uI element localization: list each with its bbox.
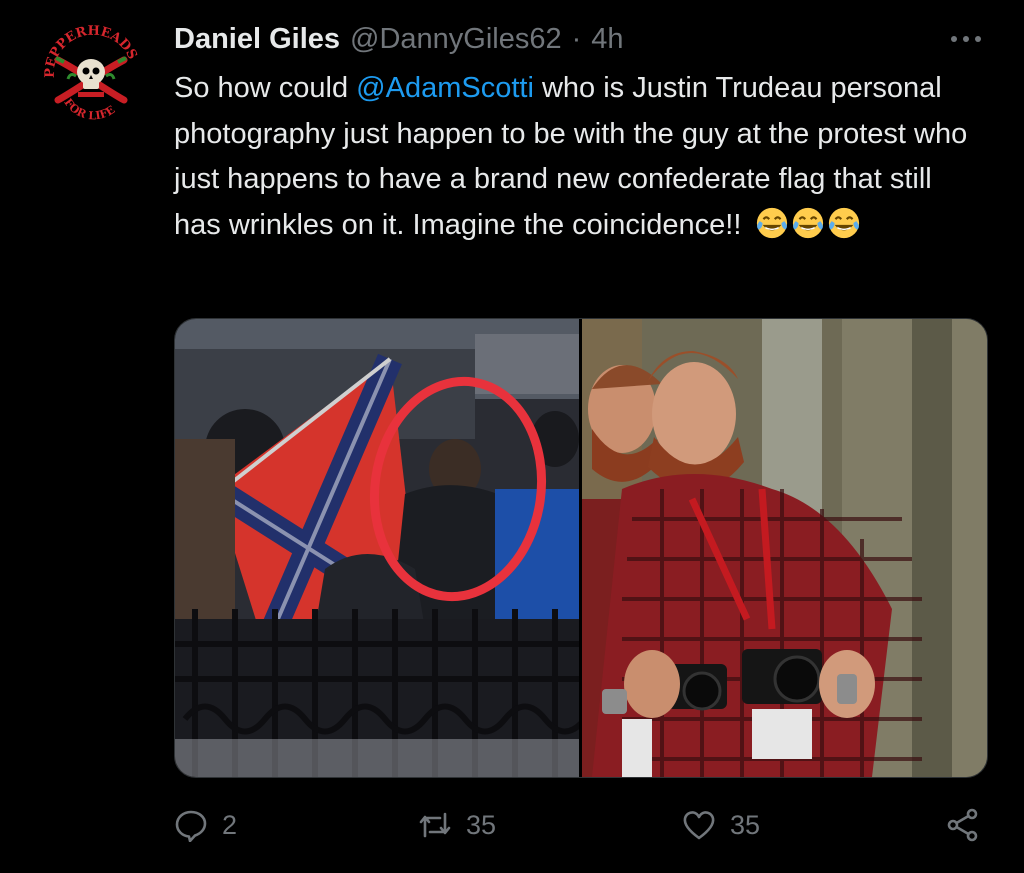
emoji-group	[755, 206, 861, 240]
avatar[interactable]: PEPPERHEADS FOR LIFE	[36, 20, 146, 130]
timestamp[interactable]: 4h	[591, 23, 623, 56]
protest-photo[interactable]	[175, 319, 582, 777]
author-handle[interactable]: @DannyGiles62	[350, 23, 562, 56]
pepperheads-logo: PEPPERHEADS FOR LIFE	[37, 21, 145, 129]
tweet-header: Daniel Giles @DannyGiles62 · 4h	[174, 20, 624, 58]
like-count: 35	[730, 809, 761, 840]
heart-icon	[683, 811, 715, 840]
more-options-icon[interactable]	[948, 28, 984, 50]
mention-link[interactable]: @AdamScotti	[356, 72, 534, 104]
photographer-photo[interactable]	[582, 319, 987, 777]
tears-of-joy-emoji-icon	[793, 207, 824, 238]
reply-button[interactable]: 2	[174, 800, 237, 850]
retweet-button[interactable]: 35	[418, 800, 496, 850]
tweet-media[interactable]	[174, 318, 988, 778]
tears-of-joy-emoji-icon	[757, 207, 788, 238]
retweet-count: 35	[466, 809, 497, 840]
reply-icon	[175, 810, 207, 842]
tweet-text: So how could @AdamScotti who is Justin T…	[174, 66, 974, 248]
retweet-icon	[419, 812, 451, 838]
share-icon	[947, 808, 978, 842]
tears-of-joy-emoji-icon	[829, 207, 860, 238]
author-name[interactable]: Daniel Giles	[174, 23, 340, 56]
tweet-text-start: So how could	[174, 72, 357, 104]
tweet-actions: 2 35 35	[174, 800, 986, 850]
share-button[interactable]	[946, 800, 980, 850]
separator-dot: ·	[571, 22, 582, 55]
like-button[interactable]: 35	[682, 800, 760, 850]
reply-count: 2	[222, 809, 238, 840]
